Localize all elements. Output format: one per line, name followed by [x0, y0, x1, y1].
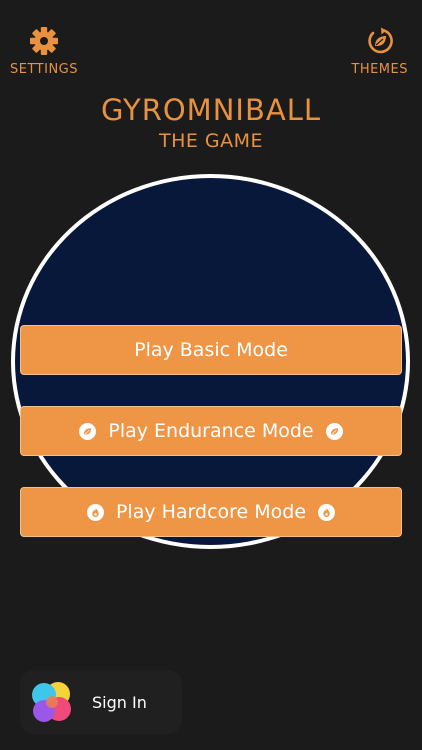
play-endurance-mode-button[interactable]: Play Endurance Mode [20, 406, 402, 456]
play-basic-mode-label: Play Basic Mode [134, 339, 288, 361]
play-hardcore-mode-button[interactable]: Play Hardcore Mode [20, 487, 402, 537]
game-title: GYROMNIBALL THE GAME [0, 92, 422, 154]
title-main: GYROMNIBALL [100, 93, 322, 127]
play-hardcore-mode-label: Play Hardcore Mode [115, 501, 307, 523]
title-sub: THE GAME [158, 130, 264, 152]
game-center-sign-in-button[interactable]: Sign In [20, 670, 182, 734]
leaf-badge-icon [79, 422, 97, 440]
settings-label: SETTINGS [10, 62, 79, 77]
play-endurance-mode-label: Play Endurance Mode [108, 420, 314, 442]
flame-badge-icon [318, 503, 336, 521]
sign-in-label: Sign In [92, 692, 147, 712]
gear-icon [30, 27, 58, 55]
refresh-leaf-icon [368, 27, 393, 54]
settings-button[interactable]: SETTINGS [10, 26, 78, 77]
leaf-badge-icon [325, 422, 343, 440]
play-basic-mode-button[interactable]: Play Basic Mode [20, 325, 402, 375]
flame-badge-icon [86, 503, 104, 521]
themes-label: THEMES [351, 62, 408, 77]
themes-button[interactable]: THEMES [351, 26, 408, 77]
game-center-bubbles-icon [32, 682, 71, 722]
